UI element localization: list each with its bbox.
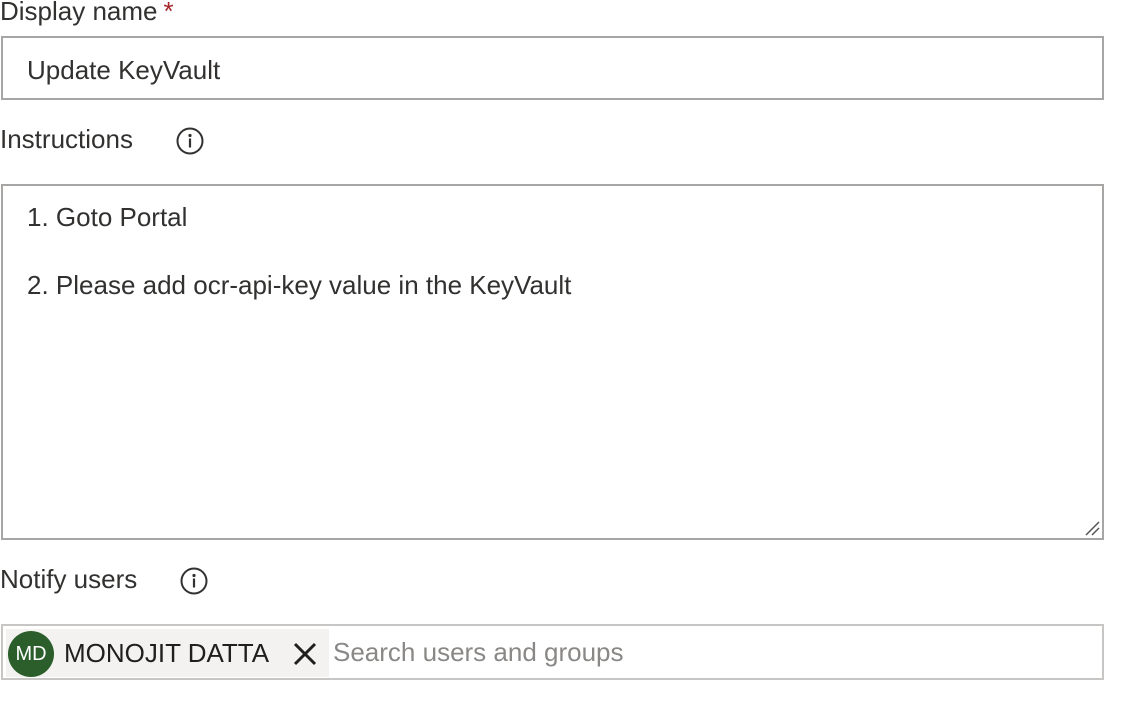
form: Display name * Update KeyVault Instructio… [0,0,1128,704]
instructions-info-icon[interactable] [176,127,204,155]
instructions-line-2: 2. Please add ocr-api-key value in the K… [27,270,572,300]
notify-users-info-icon[interactable] [180,567,208,595]
instructions-line-1: 1. Goto Portal [27,202,188,232]
display-name-field[interactable]: Update KeyVault [1,36,1104,100]
display-name-label: Display name * [0,0,174,26]
notify-users-label: Notify users [0,564,138,594]
instructions-textarea[interactable]: 1. Goto Portal 2. Please add ocr-api-key… [1,184,1104,540]
selected-user-chip[interactable]: MD MONOJIT DATTA [6,629,329,677]
required-asterisk: * [163,0,174,26]
selected-user-name: MONOJIT DATTA [64,638,270,668]
display-name-value: Update KeyVault [27,55,221,85]
resize-grip-icon[interactable] [1084,520,1100,536]
instructions-label: Instructions [0,124,133,154]
people-picker[interactable]: MD MONOJIT DATTA [1,624,1104,680]
avatar: MD [8,631,54,677]
display-name-label-text: Display name [0,0,158,26]
close-icon[interactable] [290,639,320,669]
search-users-input[interactable] [333,632,1093,672]
